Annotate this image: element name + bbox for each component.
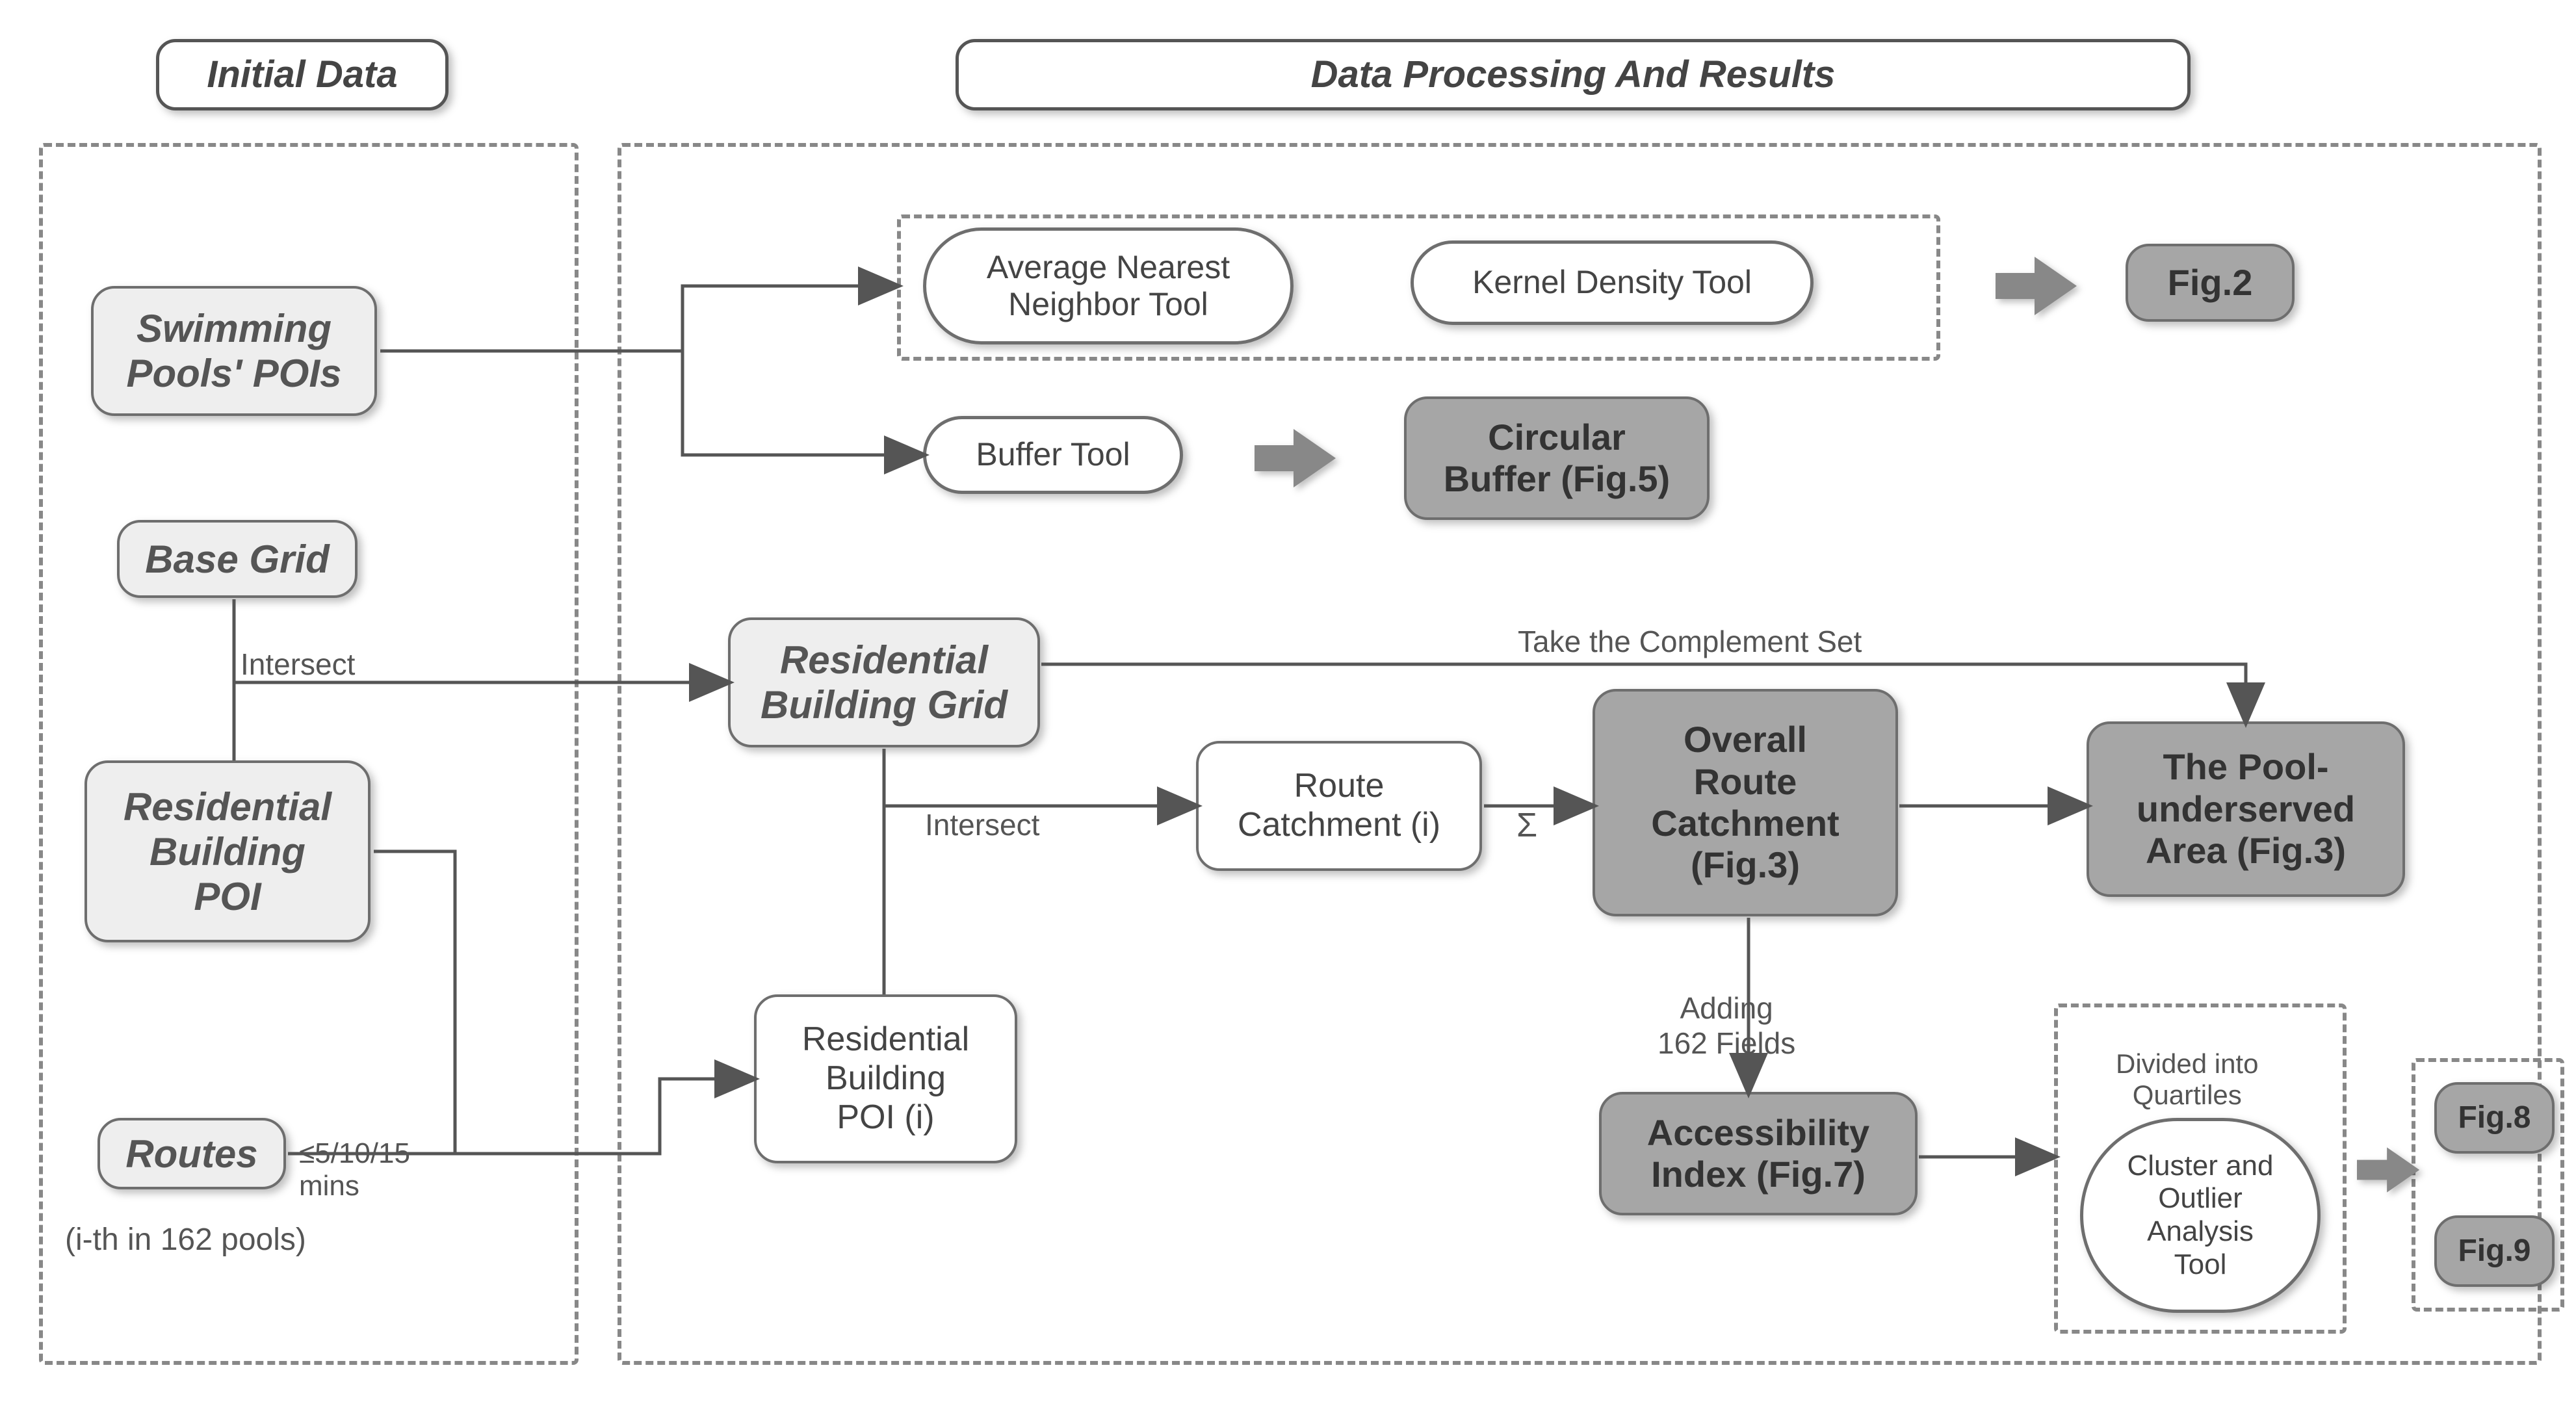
circular-buffer-label: Circular Buffer (Fig.5) [1444, 417, 1670, 500]
node-base-grid: Base Grid [117, 520, 358, 598]
fig9-label: Fig.9 [2458, 1233, 2530, 1269]
kernel-tool-label: Kernel Density Tool [1472, 264, 1752, 302]
res-building-grid-label: Residential Building Grid [761, 638, 1008, 727]
accessibility-label: Accessibility Index (Fig.7) [1647, 1112, 1869, 1196]
node-res-building-grid: Residential Building Grid [728, 617, 1040, 747]
buffer-tool-label: Buffer Tool [976, 436, 1130, 474]
header-initial-data: Initial Data [156, 39, 449, 110]
swimming-pools-label: Swimming Pools' POIs [126, 306, 341, 396]
node-routes: Routes [98, 1118, 286, 1189]
node-accessibility: Accessibility Index (Fig.7) [1599, 1092, 1918, 1215]
avg-nn-tool-label: Average Nearest Neighbor Tool [987, 249, 1230, 324]
route-catchment-i-label: Route Catchment (i) [1238, 767, 1440, 845]
label-sigma: Σ [1516, 806, 1537, 845]
node-fig2: Fig.2 [2126, 244, 2295, 322]
node-swimming-pools: Swimming Pools' POIs [91, 286, 377, 416]
res-building-poi-i-label: Residential Building POI (i) [802, 1020, 969, 1137]
underserved-label: The Pool- underserved Area (Fig.3) [2137, 746, 2355, 872]
routes-label: Routes [125, 1132, 257, 1176]
node-res-building-poi-i: Residential Building POI (i) [754, 994, 1017, 1163]
residential-poi-label: Residential Building POI [124, 784, 332, 919]
node-cluster-tool: Cluster and Outlier Analysis Tool [2080, 1118, 2321, 1313]
label-take-complement: Take the Complement Set [1518, 624, 1862, 659]
header-processing: Data Processing And Results [956, 39, 2191, 110]
label-ith: (i-th in 162 pools) [65, 1222, 306, 1258]
base-grid-label: Base Grid [145, 537, 329, 582]
node-kernel-tool: Kernel Density Tool [1411, 240, 1814, 325]
node-circular-buffer: Circular Buffer (Fig.5) [1404, 396, 1710, 520]
node-avg-nn-tool: Average Nearest Neighbor Tool [923, 227, 1294, 344]
node-fig9: Fig.9 [2434, 1215, 2555, 1287]
arrow-to-circular-buffer [1255, 426, 1339, 494]
arrow-to-fig89 [2357, 1144, 2422, 1199]
diagram-canvas: Initial Data Data Processing And Results… [0, 0, 2576, 1411]
fig2-label: Fig.2 [2168, 262, 2253, 304]
arrow-to-fig2 [1996, 253, 2080, 322]
node-overall-route: Overall Route Catchment (Fig.3) [1593, 689, 1898, 916]
label-quartiles: Divided into Quartiles [2116, 1017, 2258, 1111]
cluster-tool-label: Cluster and Outlier Analysis Tool [2127, 1150, 2273, 1281]
node-underserved: The Pool- underserved Area (Fig.3) [2087, 721, 2405, 897]
node-route-catchment-i: Route Catchment (i) [1196, 741, 1482, 871]
node-buffer-tool: Buffer Tool [923, 416, 1183, 494]
header-processing-label: Data Processing And Results [1311, 53, 1836, 97]
label-intersect-2: Intersect [925, 807, 1039, 842]
label-intersect-1: Intersect [241, 647, 355, 682]
header-initial-label: Initial Data [207, 53, 397, 97]
node-residential-poi: Residential Building POI [85, 760, 371, 942]
node-fig8: Fig.8 [2434, 1082, 2555, 1154]
label-adding-fields: Adding 162 Fields [1658, 955, 1795, 1061]
fig8-label: Fig.8 [2458, 1100, 2530, 1135]
label-routes-cond: ≤5/10/15 mins [299, 1105, 410, 1202]
overall-route-label: Overall Route Catchment (Fig.3) [1651, 719, 1839, 887]
